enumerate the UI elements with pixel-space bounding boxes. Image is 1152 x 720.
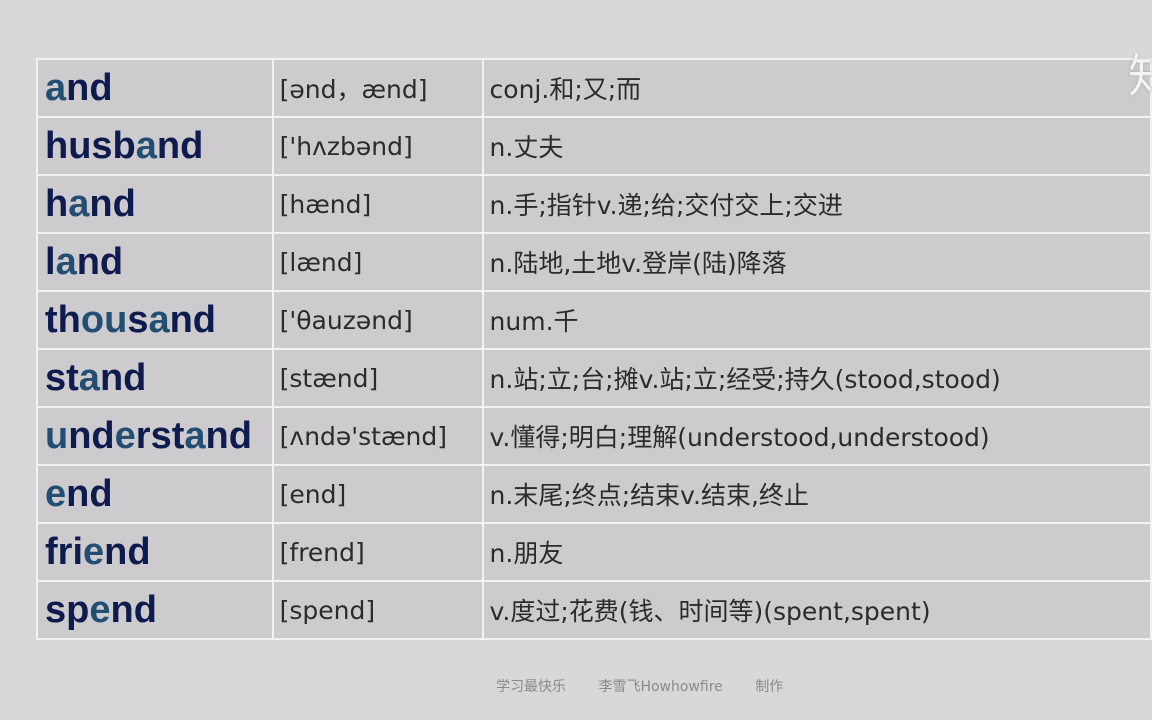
word-letters: nd — [66, 66, 113, 109]
word-letters: h — [45, 182, 69, 225]
word-cell: thousand — [36, 290, 274, 350]
word-letters: fri — [45, 530, 83, 573]
word-letters: nd — [89, 182, 136, 225]
meaning-cell: n.陆地,土地v.登岸(陆)降落 — [481, 232, 1152, 292]
highlighted-letters: e — [114, 414, 136, 457]
word-cell: land — [36, 232, 274, 292]
phonetic-cell: ['θauzənd] — [271, 290, 484, 350]
meaning-cell: v.度过;花费(钱、时间等)(spent,spent) — [481, 580, 1152, 640]
footer-slogan: 学习最快乐 — [496, 679, 566, 695]
watermark: 知 — [1128, 49, 1152, 103]
meaning-cell: conj.和;又;而 — [481, 58, 1152, 118]
highlighted-letters: a — [78, 356, 100, 399]
word-letters: th — [45, 298, 81, 341]
highlighted-letters: a — [68, 182, 90, 225]
meaning-cell: n.丈夫 — [481, 116, 1152, 176]
meaning-cell: v.懂得;明白;理解(understood,understood) — [481, 406, 1152, 466]
table-row: and [ənd，ænd] conj.和;又;而 — [36, 58, 1152, 118]
word-letters: nd — [104, 530, 151, 573]
meaning-cell: num.千 — [481, 290, 1152, 350]
highlighted-letters: e — [89, 588, 111, 631]
word-cell: understand — [36, 406, 274, 466]
footer-made: 制作 — [755, 679, 784, 695]
meaning-cell: n.末尾;终点;结束v.结束,终止 — [481, 464, 1152, 524]
vocabulary-table: and [ənd，ænd] conj.和;又;而 husband ['hʌzbənd] n… — [36, 58, 1152, 640]
meaning-cell: n.朋友 — [481, 522, 1152, 582]
word-letters: st — [45, 356, 79, 399]
phonetic-cell: [stænd] — [271, 348, 484, 408]
word-letters: rst — [135, 414, 185, 457]
word-cell: and — [36, 58, 274, 118]
phonetic-cell: [lænd] — [271, 232, 484, 292]
phonetic-cell: [ənd，ænd] — [271, 58, 484, 118]
word-cell: end — [36, 464, 274, 524]
phonetic-cell: ['hʌzbənd] — [271, 116, 484, 176]
highlighted-letters: a — [135, 124, 157, 167]
word-letters: nd — [68, 414, 115, 457]
highlighted-letters: a — [184, 414, 206, 457]
phonetic-cell: [frend] — [271, 522, 484, 582]
highlighted-letters: ou — [80, 298, 128, 341]
highlighted-letters: a — [45, 66, 67, 109]
highlighted-letters: e — [83, 530, 105, 573]
word-letters: nd — [76, 240, 124, 283]
table-row: stand [stænd] n.站;立;台;摊v.站;立;经受;持久(stood,s… — [36, 348, 1152, 408]
phonetic-cell: [hænd] — [271, 174, 484, 234]
word-letters: s — [127, 298, 149, 341]
word-letters: sp — [45, 588, 90, 631]
word-cell: spend — [36, 580, 274, 640]
table-row: thousand ['θauzənd] num.千 — [36, 290, 1152, 350]
phonetic-cell: [ʌndə'stænd] — [271, 406, 484, 466]
footer: 学习最快乐 李雪飞Howhowfire 制作 — [496, 676, 811, 696]
table-row: end [end] n.末尾;终点;结束v.结束,终止 — [36, 464, 1152, 524]
table-row: hand [hænd] n.手;指针v.递;给;交付交上;交进 — [36, 174, 1152, 234]
table-row: land [lænd] n.陆地,土地v.登岸(陆)降落 — [36, 232, 1152, 292]
word-letters: nd — [169, 298, 217, 341]
table-row: friend [frend] n.朋友 — [36, 522, 1152, 582]
word-letters: nd — [110, 588, 157, 631]
table-row: spend [spend] v.度过;花费(钱、时间等)(spent,spent) — [36, 580, 1152, 640]
word-letters: nd — [99, 356, 147, 399]
word-letters: nd — [66, 472, 113, 515]
table-row: understand [ʌndə'stænd] v.懂得;明白;理解(underst… — [36, 406, 1152, 466]
phonetic-cell: [end] — [271, 464, 484, 524]
word-letters: nd — [156, 124, 204, 167]
highlighted-letters: a — [148, 298, 170, 341]
phonetic-cell: [spend] — [271, 580, 484, 640]
highlighted-letters: a — [55, 240, 77, 283]
word-letters: husb — [45, 124, 136, 167]
highlighted-letters: u — [45, 414, 69, 457]
word-letters: l — [45, 240, 56, 283]
table-row: husband ['hʌzbənd] n.丈夫 — [36, 116, 1152, 176]
word-cell: friend — [36, 522, 274, 582]
word-letters: nd — [205, 414, 252, 457]
word-cell: hand — [36, 174, 274, 234]
meaning-cell: n.站;立;台;摊v.站;立;经受;持久(stood,stood) — [481, 348, 1152, 408]
meaning-cell: n.手;指针v.递;给;交付交上;交进 — [481, 174, 1152, 234]
word-cell: husband — [36, 116, 274, 176]
word-cell: stand — [36, 348, 274, 408]
footer-author: 李雪飞Howhowfire — [598, 679, 723, 695]
highlighted-letters: e — [45, 472, 67, 515]
